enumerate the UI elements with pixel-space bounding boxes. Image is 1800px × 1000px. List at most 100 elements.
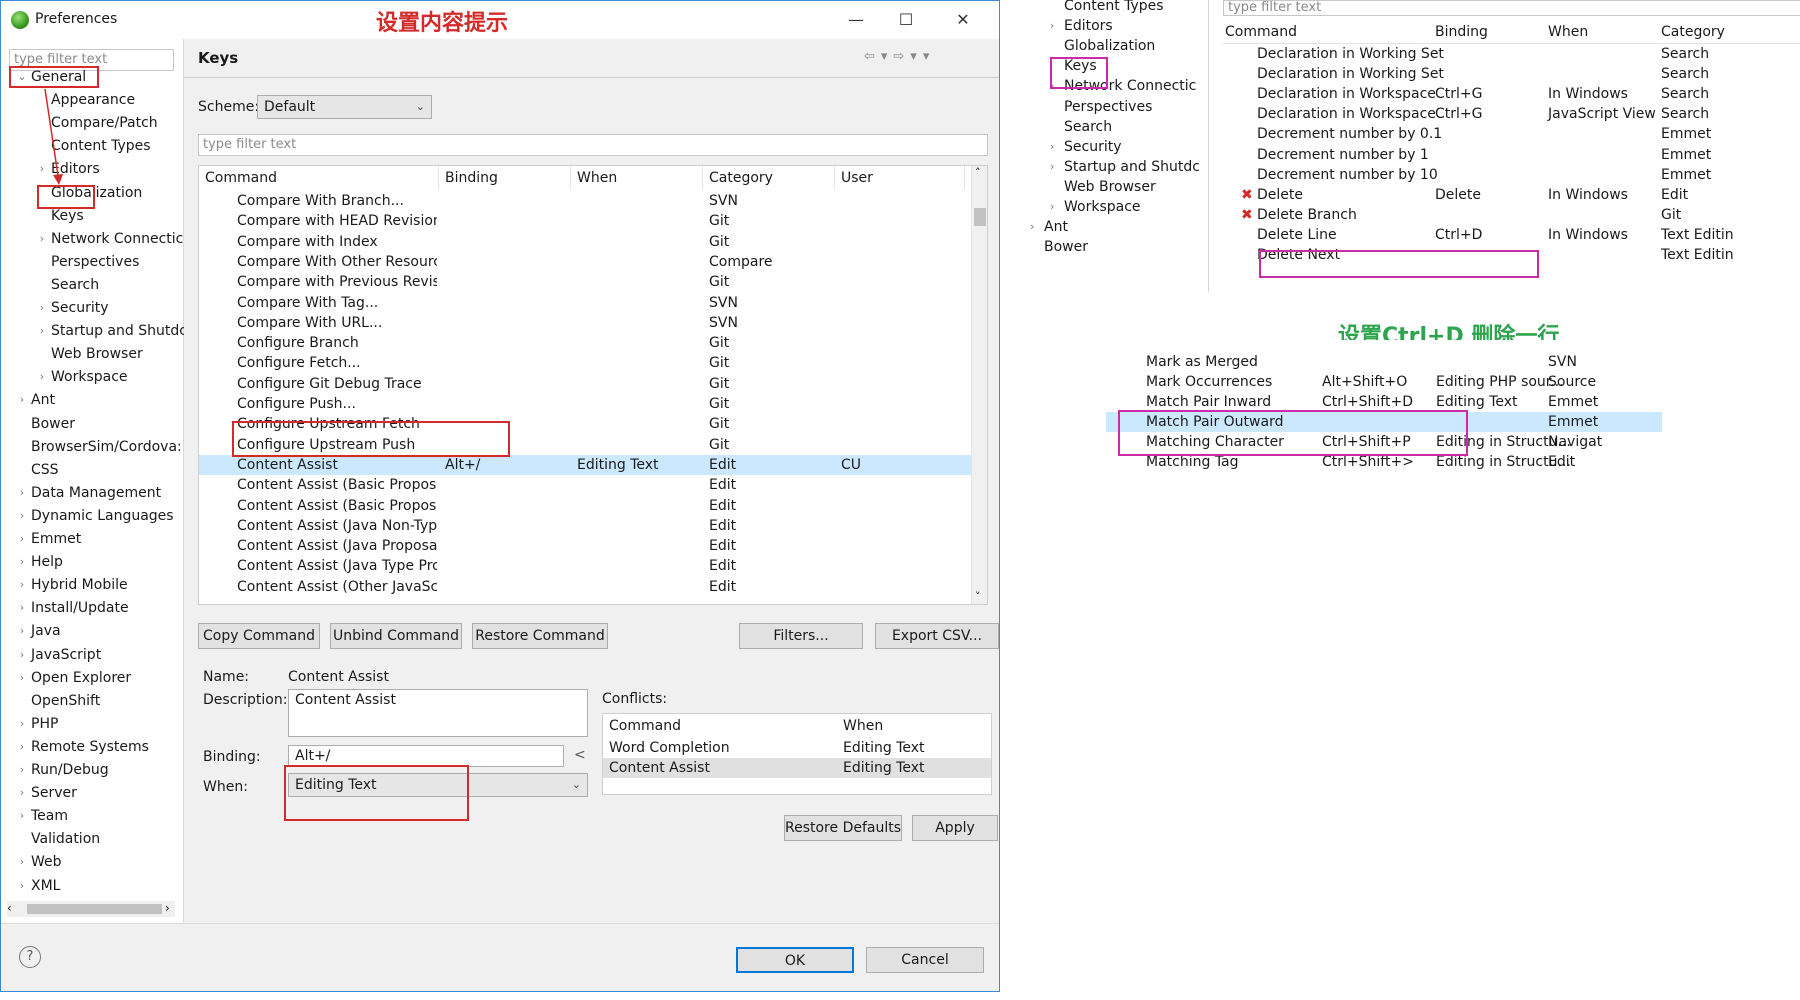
chevron-right-icon[interactable]: › [37, 297, 47, 319]
table-row[interactable]: Content Assist (Other JavaScri Edit [199, 577, 971, 597]
scroll-right-icon[interactable]: › [165, 901, 170, 915]
chevron-right-icon[interactable]: › [17, 875, 27, 897]
table-row[interactable]: Configure Git Debug Trace Git [199, 374, 971, 394]
tree-item-xml[interactable]: XML [31, 875, 60, 897]
tree-item-search[interactable]: Search [51, 274, 99, 296]
snippet-tree-item[interactable]: Editors [1064, 16, 1113, 36]
close-button[interactable]: ✕ [943, 7, 983, 33]
scroll-down-icon[interactable]: ˅ [975, 590, 981, 603]
tree-item-javascript[interactable]: JavaScript [31, 644, 101, 666]
snippet-tree-item[interactable]: Globalization [1064, 36, 1155, 56]
table-row[interactable]: Compare With Branch... SVN [199, 191, 971, 211]
table-row[interactable]: Configure Push... Git [199, 394, 971, 414]
table-row[interactable]: Content Assist Alt+/ Editing Text Edit CU [199, 454, 971, 475]
tree-hscrollbar[interactable]: ‹ › [7, 901, 175, 917]
tree-item-perspectives[interactable]: Perspectives [51, 251, 139, 273]
vscroll-thumb[interactable] [974, 208, 986, 226]
snippet-tree-item[interactable]: Web Browser [1064, 177, 1156, 197]
tree-item-remote-systems[interactable]: Remote Systems [31, 736, 149, 758]
cancel-button[interactable]: Cancel [866, 947, 984, 973]
unbind-command-button[interactable]: Unbind Command [330, 623, 462, 649]
conflict-row[interactable]: Word Completion Editing Text [603, 738, 991, 758]
table-row[interactable]: Compare with Index Git [199, 232, 971, 252]
snippet-tree-item[interactable]: Ant [1044, 217, 1068, 237]
snippet-tree-item[interactable]: Workspace [1064, 197, 1141, 217]
tree-item-server[interactable]: Server [31, 782, 77, 804]
col-header-user[interactable]: User [835, 166, 965, 190]
chevron-right-icon[interactable]: › [17, 851, 27, 873]
tree-item-data-management[interactable]: Data Management [31, 482, 161, 504]
restore-command-button[interactable]: Restore Command [472, 623, 608, 649]
table-row[interactable]: Configure Fetch... Git [199, 353, 971, 373]
chevron-right-icon[interactable]: › [17, 482, 27, 504]
chevron-right-icon[interactable]: › [1030, 217, 1034, 237]
tree-item-bower[interactable]: Bower [31, 413, 75, 435]
export-csv-button[interactable]: Export CSV... [875, 623, 999, 649]
table-row[interactable]: Content Assist (Java Proposals Edit [199, 536, 971, 556]
scroll-left-icon[interactable]: ‹ [7, 901, 12, 915]
chevron-right-icon[interactable]: › [1050, 197, 1054, 217]
snippet-col-command[interactable]: Command [1225, 22, 1297, 42]
tree-item-php[interactable]: PHP [31, 713, 58, 735]
chevron-right-icon[interactable]: › [37, 320, 47, 342]
minimize-button[interactable]: — [836, 7, 876, 33]
chevron-right-icon[interactable]: › [17, 620, 27, 642]
snippet-col-when[interactable]: When [1548, 22, 1588, 42]
snippet-tree-item[interactable]: Search [1064, 117, 1112, 137]
maximize-button[interactable]: ☐ [886, 7, 926, 33]
snippet-col-category[interactable]: Category [1661, 22, 1725, 42]
table-row[interactable]: Configure Branch Git [199, 333, 971, 353]
chevron-right-icon[interactable]: › [17, 389, 27, 411]
chevron-right-icon[interactable]: › [17, 736, 27, 758]
chevron-right-icon[interactable]: › [1050, 137, 1054, 157]
snippet-tree-item[interactable]: Startup and Shutdc [1064, 157, 1200, 177]
tree-item-run-debug[interactable]: Run/Debug [31, 759, 109, 781]
tree-item-network-connectic[interactable]: Network Connectic [51, 228, 183, 250]
snippet-tree-item[interactable]: Security [1064, 137, 1122, 157]
chevron-right-icon[interactable]: › [17, 644, 27, 666]
col-header-binding[interactable]: Binding [439, 166, 571, 190]
chevron-right-icon[interactable]: › [37, 366, 47, 388]
tree-item-emmet[interactable]: Emmet [31, 528, 81, 550]
tree-item-dynamic-languages[interactable]: Dynamic Languages [31, 505, 174, 527]
tree-item-css[interactable]: CSS [31, 459, 59, 481]
chevron-right-icon[interactable]: › [17, 805, 27, 827]
help-icon[interactable]: ? [19, 946, 41, 968]
chevron-right-icon[interactable]: › [1050, 16, 1054, 36]
table-row[interactable]: Compare with Previous Revisi Git [199, 272, 971, 292]
chevron-right-icon[interactable]: › [17, 505, 27, 527]
scroll-up-icon[interactable]: ˄ [975, 166, 981, 179]
table-row[interactable]: Compare With Other Resource Compare [199, 252, 971, 272]
chevron-right-icon[interactable]: › [17, 782, 27, 804]
table-vscrollbar[interactable]: ˄ ˅ [971, 166, 987, 604]
keys-filter-input[interactable]: type filter text [198, 134, 988, 156]
tree-item-ant[interactable]: Ant [31, 389, 55, 411]
filters-button[interactable]: Filters... [739, 623, 863, 649]
chevron-right-icon[interactable]: › [17, 574, 27, 596]
tree-item-help[interactable]: Help [31, 551, 63, 573]
snippet-col-binding[interactable]: Binding [1435, 22, 1488, 42]
snippet-tree-item[interactable]: Content Types [1064, 0, 1164, 16]
scroll-thumb[interactable] [27, 904, 162, 914]
tree-item-openshift[interactable]: OpenShift [31, 690, 100, 712]
apply-button[interactable]: Apply [912, 815, 998, 841]
tree-item-validation[interactable]: Validation [31, 828, 100, 850]
ok-button[interactable]: OK [736, 947, 854, 973]
table-row[interactable]: Compare With URL... SVN [199, 313, 971, 333]
restore-defaults-button[interactable]: Restore Defaults [784, 815, 902, 841]
tree-item-team[interactable]: Team [31, 805, 68, 827]
scheme-select[interactable]: Default ⌄ [257, 95, 432, 119]
col-header-when[interactable]: When [571, 166, 703, 190]
tree-item-web[interactable]: Web [31, 851, 62, 873]
snippet-tree-item[interactable]: Perspectives [1064, 97, 1152, 117]
tree-item-browsersim-cordova-[interactable]: BrowserSim/Cordova: [31, 436, 182, 458]
tree-item-startup-and-shutdc[interactable]: Startup and Shutdc [51, 320, 187, 342]
chevron-right-icon[interactable]: › [17, 528, 27, 550]
table-row[interactable]: Content Assist (Basic Proposal Edit [199, 496, 971, 516]
col-header-category[interactable]: Category [703, 166, 835, 190]
table-row[interactable]: Compare with HEAD Revision Git [199, 211, 971, 231]
table-row[interactable]: Content Assist (Java Non-Type Edit [199, 516, 971, 536]
description-field[interactable]: Content Assist [288, 689, 588, 737]
tree-item-workspace[interactable]: Workspace [51, 366, 128, 388]
tree-item-open-explorer[interactable]: Open Explorer [31, 667, 131, 689]
